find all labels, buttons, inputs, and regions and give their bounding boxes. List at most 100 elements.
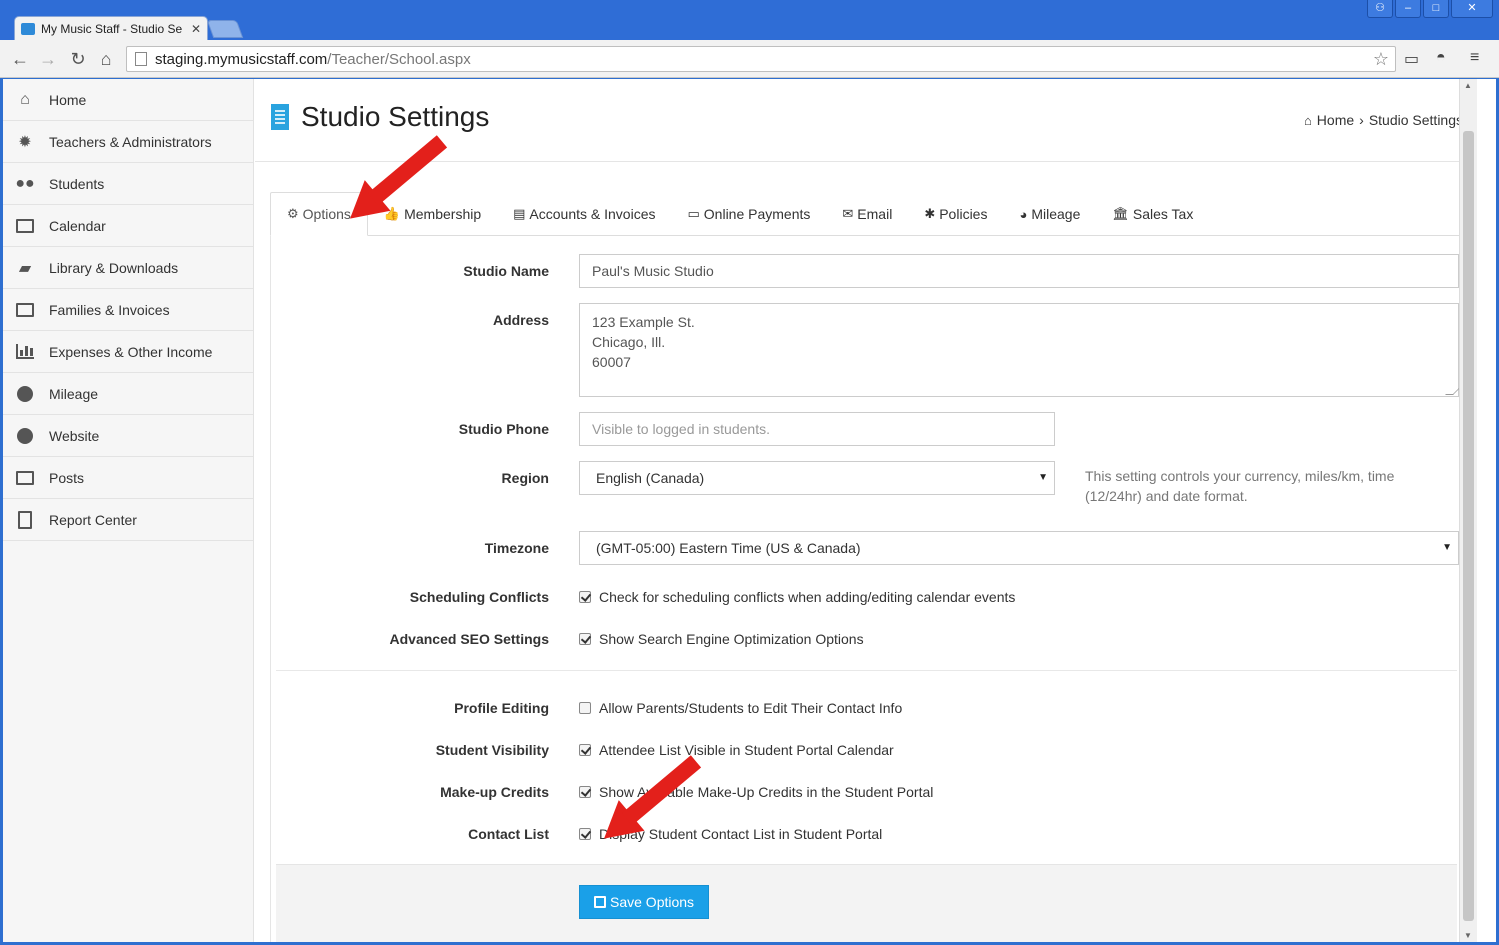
makeup-credits-checkbox-row[interactable]: Show Available Make-Up Credits in the St… — [579, 784, 933, 800]
window-controls: ⚇ – □ ✕ — [1367, 0, 1493, 18]
sidebar-item-website[interactable]: Website — [3, 415, 253, 457]
tab-close-icon[interactable]: ✕ — [191, 22, 201, 36]
cast-icon[interactable]: ▭ — [1404, 49, 1419, 69]
makeup-credits-checkbox[interactable] — [579, 786, 591, 798]
page-scrollbar[interactable]: ▲ ▼ — [1459, 79, 1477, 942]
tab-label: Options — [302, 206, 351, 222]
tab-accounts-invoices[interactable]: ▤ Accounts & Invoices — [497, 192, 671, 236]
scheduling-checkbox[interactable] — [579, 591, 591, 603]
tab-email[interactable]: ✉ Email — [826, 192, 908, 236]
contact-list-checkbox-row[interactable]: Display Student Contact List in Student … — [579, 826, 882, 842]
main-content: Studio Settings ⌂ Home › Studio Settings… — [255, 79, 1477, 942]
sidebar-item-families[interactable]: Families & Invoices — [3, 289, 253, 331]
breadcrumb: ⌂ Home › Studio Settings — [1304, 112, 1463, 128]
caret-down-icon: ▼ — [1038, 472, 1048, 483]
timezone-select-value: (GMT-05:00) Eastern Time (US & Canada) — [596, 540, 861, 556]
page-title: Studio Settings — [271, 101, 489, 133]
window-close-button[interactable]: ✕ — [1451, 0, 1493, 18]
contact-list-checkbox[interactable] — [579, 828, 591, 840]
address-textarea[interactable]: 123 Example St. Chicago, Ill. 60007 — [579, 303, 1461, 397]
tab-mileage[interactable]: ◕ Mileage — [1003, 192, 1096, 236]
maximize-button[interactable]: □ — [1423, 0, 1449, 18]
sidebar-item-mileage[interactable]: Mileage — [3, 373, 253, 415]
home-icon[interactable]: ⌂ — [96, 49, 116, 69]
sidebar-item-posts[interactable]: Posts — [3, 457, 253, 499]
document-icon — [15, 510, 35, 529]
new-tab-button[interactable] — [206, 20, 244, 38]
address-label: Address — [492, 312, 549, 328]
browser-toolbar: ← → ↻ ⌂ staging.mymusicstaff.com /Teache… — [0, 40, 1499, 78]
timezone-label: Timezone — [484, 540, 549, 556]
scrollbar-thumb[interactable] — [1463, 131, 1474, 921]
bank-icon: 🏛 — [1112, 206, 1129, 221]
sidebar-item-label: Mileage — [49, 385, 99, 402]
contact-list-label: Contact List — [468, 826, 549, 842]
makeup-credits-checkbox-label: Show Available Make-Up Credits in the St… — [599, 784, 934, 800]
sidebar-item-expenses[interactable]: Expenses & Other Income — [3, 331, 253, 373]
sidebar-item-label: Expenses & Other Income — [49, 343, 213, 360]
region-select[interactable]: English (Canada) ▼ — [579, 461, 1055, 495]
sidebar-item-label: Students — [49, 175, 105, 192]
incognito-icon[interactable]: ◓ — [1436, 49, 1446, 67]
sidebar-item-calendar[interactable]: Calendar — [3, 205, 253, 247]
address-line: 123 Example St. — [592, 314, 695, 330]
sidebar-item-report-center[interactable]: Report Center — [3, 499, 253, 541]
sidebar-item-home[interactable]: ⌂ Home — [3, 79, 253, 121]
reload-icon[interactable]: ↻ — [68, 49, 88, 69]
save-options-button[interactable]: Save Options — [579, 885, 710, 919]
studio-name-label: Studio Name — [463, 263, 549, 279]
sidebar-item-label: Teachers & Administrators — [49, 133, 212, 150]
url-path: /Teacher/School.aspx — [327, 50, 471, 68]
user-profile-icon[interactable]: ⚇ — [1367, 0, 1393, 18]
tab-options[interactable]: ⚙ Options — [270, 192, 368, 236]
scheduling-checkbox-row[interactable]: Check for scheduling conflicts when addi… — [579, 589, 1015, 605]
thumbs-up-icon: 👍 — [383, 206, 401, 221]
studio-phone-input[interactable]: Visible to logged in students. — [579, 412, 1055, 446]
home-icon: ⌂ — [20, 90, 30, 108]
breadcrumb-home-link[interactable]: Home — [1317, 112, 1354, 128]
tab-policies[interactable]: ✱ Policies — [908, 192, 1003, 236]
browser-chrome: ⚇ – □ ✕ My Music Staff - Studio Se ✕ ← →… — [0, 0, 1499, 78]
seo-checkbox-row[interactable]: Show Search Engine Optimization Options — [579, 631, 864, 647]
student-visibility-checkbox-label: Attendee List Visible in Student Portal … — [599, 742, 894, 758]
sidebar-item-library[interactable]: ▰ Library & Downloads — [3, 247, 253, 289]
profile-editing-checkbox[interactable] — [579, 702, 591, 714]
building-icon — [271, 104, 289, 130]
address-bar[interactable]: staging.mymusicstaff.com /Teacher/School… — [126, 46, 1396, 72]
tab-online-payments[interactable]: ▭ Online Payments — [671, 192, 826, 236]
student-visibility-checkbox[interactable] — [579, 744, 591, 756]
browser-tab-title: My Music Staff - Studio Se — [41, 21, 183, 36]
tab-label: Policies — [939, 206, 988, 222]
sidebar: ⌂ Home ✹ Teachers & Administrators ●● St… — [3, 79, 254, 942]
bookmark-star-icon[interactable]: ☆ — [1373, 49, 1389, 70]
sidebar-item-label: Calendar — [49, 217, 106, 234]
money-icon — [15, 301, 35, 319]
settings-tabs: ⚙ Options 👍 Membership ▤ Accounts & Invo… — [270, 192, 1461, 236]
asterisk-icon: ✱ — [924, 206, 936, 221]
studio-name-input[interactable]: Paul's Music Studio — [579, 254, 1459, 288]
form-footer: Save Options — [276, 864, 1457, 942]
menu-icon[interactable]: ≡ — [1470, 49, 1479, 67]
sidebar-item-label: Library & Downloads — [49, 259, 179, 276]
tab-membership[interactable]: 👍 Membership — [368, 192, 497, 236]
profile-editing-checkbox-row[interactable]: Allow Parents/Students to Edit Their Con… — [579, 700, 902, 716]
scroll-up-icon[interactable]: ▲ — [1464, 81, 1472, 90]
sidebar-item-teachers[interactable]: ✹ Teachers & Administrators — [3, 121, 253, 163]
forward-icon[interactable]: → — [38, 49, 58, 69]
scroll-down-icon[interactable]: ▼ — [1464, 931, 1472, 940]
seo-checkbox[interactable] — [579, 633, 591, 645]
sidebar-item-students[interactable]: ●● Students — [3, 163, 253, 205]
tab-label: Sales Tax — [1132, 206, 1194, 222]
timezone-select[interactable]: (GMT-05:00) Eastern Time (US & Canada) ▼ — [579, 531, 1459, 565]
minimize-button[interactable]: – — [1395, 0, 1421, 18]
tab-sales-tax[interactable]: 🏛 Sales Tax — [1096, 192, 1209, 236]
breadcrumb-separator: › — [1359, 112, 1364, 128]
book-icon: ▰ — [18, 259, 32, 277]
browser-tab[interactable]: My Music Staff - Studio Se ✕ — [14, 16, 208, 40]
floppy-disk-icon — [594, 896, 606, 908]
address-line: 60007 — [592, 354, 631, 370]
studio-phone-label: Studio Phone — [458, 421, 549, 437]
student-visibility-checkbox-row[interactable]: Attendee List Visible in Student Portal … — [579, 742, 894, 758]
newspaper-icon — [15, 469, 35, 487]
back-icon[interactable]: ← — [10, 49, 30, 69]
